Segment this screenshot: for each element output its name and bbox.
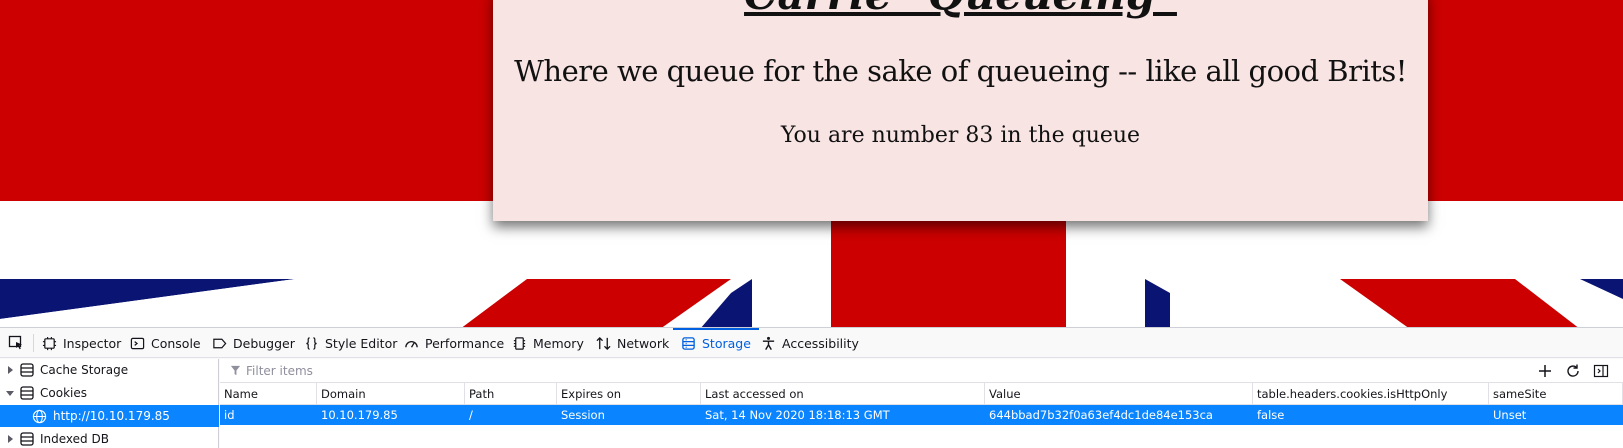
console-icon <box>130 337 145 349</box>
sidebar-item-indexed-db[interactable]: Indexed DB <box>0 428 219 448</box>
table-row[interactable]: id 10.10.179.85 / Session Sat, 14 Nov 20… <box>220 405 1623 425</box>
toolbar-separator <box>33 334 34 352</box>
memory-icon <box>513 336 526 350</box>
column-header-samesite[interactable]: sameSite <box>1489 383 1623 404</box>
style-editor-icon <box>306 336 317 350</box>
tab-storage[interactable]: Storage <box>673 328 759 358</box>
tab-inspector[interactable]: Inspector <box>42 328 121 358</box>
sidebar-item-cookies[interactable]: Cookies <box>0 382 219 404</box>
filter-icon <box>230 365 241 376</box>
tab-label: Storage <box>702 335 751 351</box>
chevron-down-icon[interactable] <box>6 389 14 397</box>
tab-accessibility[interactable]: Accessibility <box>761 328 859 358</box>
site-title: Carrie "Queueing" <box>493 0 1428 19</box>
sidebar-item-label: http://10.10.179.85 <box>53 409 170 423</box>
accessibility-icon <box>762 336 775 350</box>
devtools-panel: Inspector Console Debugger Style Editor … <box>0 327 1623 448</box>
storage-icon <box>682 336 695 350</box>
tab-label: Console <box>151 335 201 351</box>
chevron-right-icon[interactable] <box>6 366 14 374</box>
filter-bar <box>220 359 1623 383</box>
sidebar-item-label: Cache Storage <box>40 363 129 377</box>
tab-label: Debugger <box>233 335 295 351</box>
tab-label: Memory <box>533 335 584 351</box>
chevron-right-icon[interactable] <box>6 435 14 443</box>
column-header-domain[interactable]: Domain <box>317 383 465 404</box>
sidebar-item-label: Indexed DB <box>40 432 109 446</box>
network-icon <box>596 336 611 350</box>
column-header-path[interactable]: Path <box>465 383 557 404</box>
element-picker-icon[interactable] <box>8 335 24 351</box>
cell-last-accessed[interactable]: Sat, 14 Nov 2020 18:18:13 GMT <box>701 405 985 425</box>
storage-icon <box>20 432 34 446</box>
union-jack-lower-stripes <box>0 279 1623 327</box>
refresh-icon[interactable] <box>1565 363 1581 379</box>
add-item-icon[interactable] <box>1537 363 1553 379</box>
tab-console[interactable]: Console <box>130 328 201 358</box>
performance-icon <box>405 340 418 348</box>
globe-icon <box>32 409 47 423</box>
toggle-sidebar-icon[interactable] <box>1593 363 1609 379</box>
storage-table-panel: Name Domain Path Expires on Last accesse… <box>220 359 1623 448</box>
devtools-toolbar: Inspector Console Debugger Style Editor … <box>0 328 1623 358</box>
column-header-name[interactable]: Name <box>220 383 317 404</box>
cell-path[interactable]: / <box>465 405 557 425</box>
storage-sidebar: Cache Storage Cookies http://10.10.179.8… <box>0 359 219 448</box>
table-header-row: Name Domain Path Expires on Last accesse… <box>220 383 1623 405</box>
content-card: Carrie "Queueing" Where we queue for the… <box>493 0 1428 221</box>
cell-value[interactable]: 644bbad7b32f0a63ef4dc1de84e153ca <box>985 405 1253 425</box>
tab-label: Performance <box>425 335 505 351</box>
tab-label: Inspector <box>63 335 122 351</box>
inspector-icon <box>42 336 57 350</box>
tagline: Where we queue for the sake of queueing … <box>514 54 1407 88</box>
tab-network[interactable]: Network <box>596 328 669 358</box>
tab-memory[interactable]: Memory <box>512 328 584 358</box>
cell-httponly[interactable]: false <box>1253 405 1489 425</box>
sidebar-item-host[interactable]: http://10.10.179.85 <box>0 405 219 427</box>
debugger-icon <box>213 338 227 348</box>
cell-samesite[interactable]: Unset <box>1489 405 1623 425</box>
cell-name[interactable]: id <box>220 405 317 425</box>
tab-label: Accessibility <box>782 335 859 351</box>
column-header-last-accessed[interactable]: Last accessed on <box>701 383 985 404</box>
filter-input[interactable] <box>246 363 646 378</box>
tab-label: Network <box>617 335 670 351</box>
storage-icon <box>20 363 34 377</box>
sidebar-item-cache-storage[interactable]: Cache Storage <box>0 359 219 381</box>
sidebar-item-label: Cookies <box>40 386 87 400</box>
column-header-expires[interactable]: Expires on <box>557 383 701 404</box>
page-viewport: Carrie "Queueing" Where we queue for the… <box>0 0 1623 327</box>
column-header-httponly[interactable]: table.headers.cookies.isHttpOnly <box>1253 383 1489 404</box>
tab-debugger[interactable]: Debugger <box>212 328 295 358</box>
cell-expires[interactable]: Session <box>557 405 701 425</box>
queue-position-text: You are number 83 in the queue <box>780 123 1141 148</box>
cell-domain[interactable]: 10.10.179.85 <box>317 405 465 425</box>
tab-performance[interactable]: Performance <box>404 328 504 358</box>
column-header-value[interactable]: Value <box>985 383 1253 404</box>
storage-icon <box>20 386 34 400</box>
tab-label: Style Editor <box>325 335 398 351</box>
tab-style-editor[interactable]: Style Editor <box>304 328 397 358</box>
